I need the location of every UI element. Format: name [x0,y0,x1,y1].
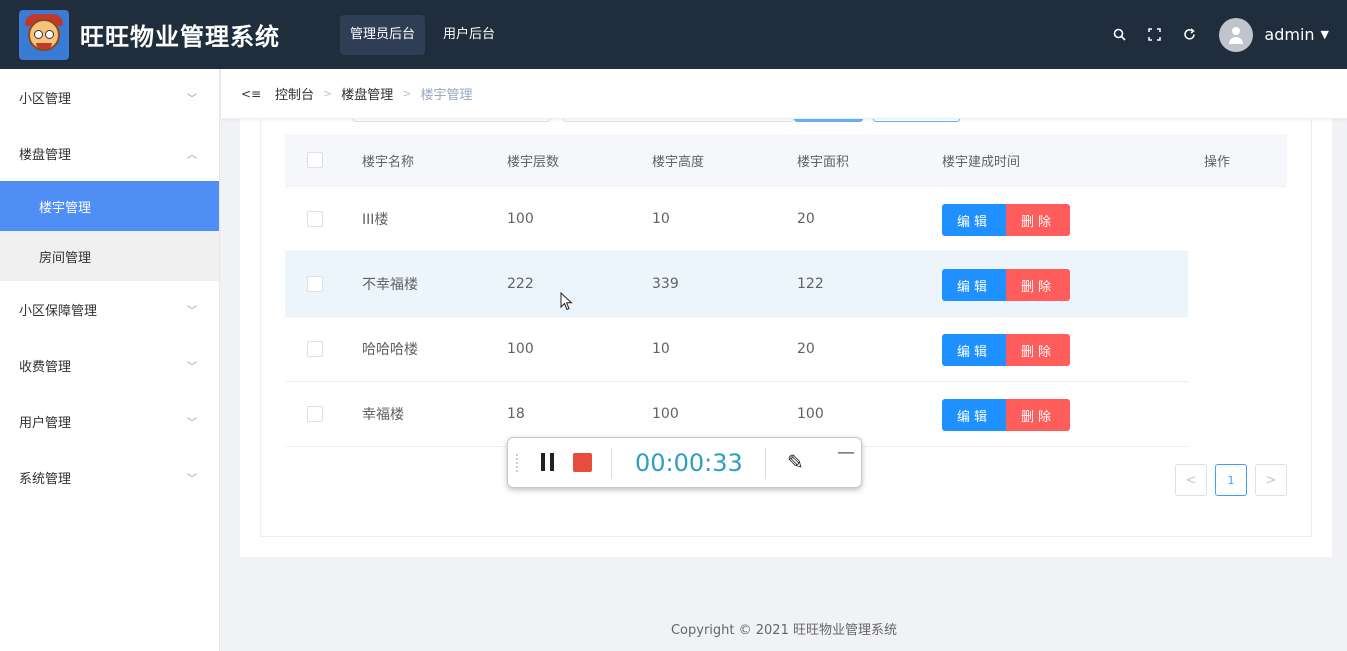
logo-icon [19,9,69,60]
sidebar-item-label: 用户管理 [19,415,72,431]
delete-button[interactable]: 删除 [1006,269,1070,301]
breadcrumb-item-property[interactable]: 楼盘管理 [341,84,393,103]
row-checkbox[interactable] [307,276,323,292]
divider [765,448,766,479]
sidebar-item-label: 小区管理 [19,91,72,107]
cell-area: 20 [797,341,815,357]
nav-admin-backend[interactable]: 管理员后台 [340,14,426,55]
sidebar-item-users[interactable]: 用户管理 ﹀ [0,393,219,449]
search-icon[interactable] [1110,26,1128,44]
page-number-button[interactable]: 1 [1215,464,1247,496]
cell-area: 122 [797,276,824,292]
cell-name: 幸福楼 [362,407,404,423]
chevron-right-icon: > [402,87,412,100]
edit-button[interactable]: 编辑 [942,334,1006,366]
sidebar-item-label: 收费管理 [19,359,72,375]
footer-copyright: Copyright © 2021 旺旺物业管理系统 [670,623,897,638]
sidebar-item-label: 房间管理 [39,250,92,266]
delete-button[interactable]: 删除 [1006,399,1070,431]
pause-icon[interactable] [541,453,555,471]
sidebar-item-fees[interactable]: 收费管理 ﹀ [0,337,219,393]
breadcrumb-item-dashboard[interactable]: 控制台 [275,84,314,103]
chevron-right-icon: > [323,87,333,100]
cell-floors: 100 [507,341,534,357]
header-actions: 操作 [1204,154,1231,170]
sidebar-item-label: 系统管理 [19,471,72,487]
delete-button[interactable]: 删除 [1006,204,1070,236]
cell-height: 100 [652,406,679,422]
sidebar-item-community[interactable]: 小区管理 ﹀ [0,69,219,125]
chevron-down-icon: ﹀ [187,93,197,105]
header-area: 楼宇面积 [797,154,850,170]
sidebar-item-label: 楼盘管理 [19,147,72,163]
row-checkbox[interactable] [307,341,323,357]
delete-button[interactable]: 删除 [1006,334,1070,366]
cell-floors: 100 [507,211,534,227]
table-row: III楼 100 10 20 编辑 删除 [285,187,1188,252]
edit-button[interactable]: 编辑 [942,204,1006,236]
screen-recorder-toolbar: 00:00:33 ✎ — [507,437,862,488]
table-row: 不幸福楼 222 339 122 编辑 删除 [285,252,1188,317]
chevron-down-icon: ﹀ [187,361,197,373]
sidebar-item-system[interactable]: 系统管理 ﹀ [0,449,219,505]
table-row: 哈哈哈楼 100 10 20 编辑 删除 [285,317,1188,382]
pen-icon[interactable]: ✎ [787,450,804,474]
chevron-up-icon: ︿ [187,149,197,161]
cell-name: 哈哈哈楼 [362,342,418,358]
cell-area: 100 [797,406,824,422]
avatar[interactable] [1219,17,1254,52]
header-name: 楼宇名称 [362,154,415,170]
sidebar-item-label: 小区保障管理 [19,303,98,319]
edit-button[interactable]: 编辑 [942,399,1006,431]
header-height: 楼宇高度 [652,154,705,170]
header-built-time: 楼宇建成时间 [942,154,1021,170]
collapse-sidebar-icon[interactable]: <≡ [241,87,261,101]
table-header: 楼宇名称 楼宇层数 楼宇高度 楼宇面积 楼宇建成时间 操作 [285,134,1287,187]
header-tools: admin ▼ [1110,0,1329,69]
next-page-button[interactable]: > [1255,464,1287,496]
row-checkbox[interactable] [307,406,323,422]
stop-icon[interactable] [573,453,592,472]
cell-area: 20 [797,211,815,227]
edit-button[interactable]: 编辑 [942,269,1006,301]
breadcrumb: <≡ 控制台 > 楼盘管理 > 楼宇管理 [221,69,1347,119]
breadcrumb-item-current: 楼宇管理 [420,88,473,103]
recording-timer: 00:00:33 [635,449,743,477]
cell-name: 不幸福楼 [362,277,418,293]
sidebar-item-label: 楼宇管理 [39,200,92,216]
minimize-icon[interactable]: — [837,442,855,463]
cell-floors: 222 [507,276,534,292]
header-floors: 楼宇层数 [507,154,560,170]
fullscreen-icon[interactable] [1145,26,1163,44]
divider [611,448,612,479]
building-table: 楼宇名称 楼宇层数 楼宇高度 楼宇面积 楼宇建成时间 操作 III楼 100 1… [285,134,1287,447]
chevron-down-icon: ﹀ [187,473,197,485]
sidebar-item-property[interactable]: 楼盘管理 ︿ [0,125,219,181]
chevron-down-icon: ﹀ [187,305,197,317]
drag-handle[interactable] [516,454,520,472]
mouse-cursor-icon [560,292,573,311]
refresh-icon[interactable] [1180,26,1198,44]
sidebar-item-maintenance[interactable]: 小区保障管理 ﹀ [0,281,219,337]
select-all-checkbox[interactable] [307,152,323,168]
username[interactable]: admin [1264,25,1314,44]
sidebar-item-room[interactable]: 房间管理 [0,231,219,281]
app-title: 旺旺物业管理系统 [80,23,280,51]
cell-height: 339 [652,276,679,292]
row-checkbox[interactable] [307,211,323,227]
top-nav: 管理员后台 用户后台 [340,14,505,55]
cell-height: 10 [652,341,670,357]
cell-height: 10 [652,211,670,227]
top-header: 旺旺物业管理系统 管理员后台 用户后台 admin ▼ [0,0,1347,69]
sidebar-item-building[interactable]: 楼宇管理 [0,181,219,231]
chevron-down-icon: ﹀ [187,417,197,429]
sidebar: 小区管理 ﹀ 楼盘管理 ︿ 楼宇管理 房间管理 小区保障管理 ﹀ 收费管理 ﹀ … [0,69,220,651]
cell-floors: 18 [507,406,525,422]
caret-down-icon[interactable]: ▼ [1321,28,1329,41]
nav-user-backend[interactable]: 用户后台 [433,15,505,55]
prev-page-button[interactable]: < [1175,464,1207,496]
cell-name: III楼 [362,212,389,228]
